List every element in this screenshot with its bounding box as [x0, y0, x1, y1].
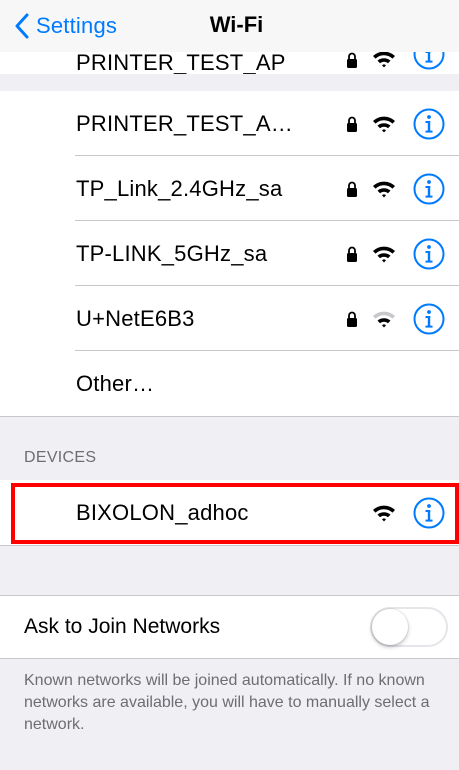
info-icon[interactable] — [413, 238, 445, 270]
wifi-icon — [373, 181, 395, 197]
navigation-bar: Settings Wi-Fi — [0, 0, 459, 52]
ask-to-join-note: Known networks will be joined automatica… — [24, 672, 430, 733]
wifi-icon — [373, 246, 395, 262]
ask-to-join-row: Ask to Join Networks — [0, 596, 459, 658]
network-name: U+NetE6B3 — [76, 305, 195, 331]
network-row[interactable]: TP-LINK_5GHz_sa — [0, 221, 459, 286]
other-network-row[interactable]: Other… — [0, 351, 459, 416]
other-network-label: Other… — [76, 370, 155, 396]
network-name: PRINTER_TEST_AP — [76, 50, 286, 74]
lock-icon — [347, 311, 357, 327]
network-name: PRINTER_TEST_A… — [76, 110, 293, 136]
network-name: TP_Link_2.4GHz_sa — [76, 175, 283, 201]
device-row-bixolon[interactable]: BIXOLON_adhoc — [0, 480, 459, 545]
network-name: TP-LINK_5GHz_sa — [76, 240, 268, 266]
section-divider — [0, 545, 459, 546]
lock-icon — [347, 181, 357, 197]
lock-icon — [347, 246, 357, 262]
info-icon[interactable] — [413, 108, 445, 140]
network-row[interactable]: PRINTER_TEST_A… — [0, 91, 459, 156]
toggle-knob — [372, 609, 408, 645]
section-divider — [0, 416, 459, 417]
ask-to-join-toggle[interactable] — [370, 607, 448, 647]
lock-icon — [347, 52, 357, 68]
devices-section-header: DEVICES — [24, 449, 97, 466]
wifi-icon — [373, 311, 395, 327]
wifi-icon — [373, 51, 395, 68]
info-icon[interactable] — [413, 303, 445, 335]
lock-icon — [347, 116, 357, 132]
info-icon[interactable] — [413, 173, 445, 205]
wifi-icon — [373, 505, 395, 521]
info-icon[interactable] — [413, 497, 445, 529]
network-row[interactable]: U+NetE6B3 — [0, 286, 459, 351]
page-title: Wi-Fi — [209, 12, 264, 37]
wifi-settings-screen: PRINTER_TEST_AP PRINTER_TEST_A… TP_Link_… — [0, 0, 459, 770]
device-name: BIXOLON_adhoc — [76, 499, 249, 525]
network-row[interactable]: TP_Link_2.4GHz_sa — [0, 156, 459, 221]
section-divider — [0, 658, 459, 659]
ask-to-join-label: Ask to Join Networks — [24, 615, 221, 638]
wifi-icon — [373, 116, 395, 132]
